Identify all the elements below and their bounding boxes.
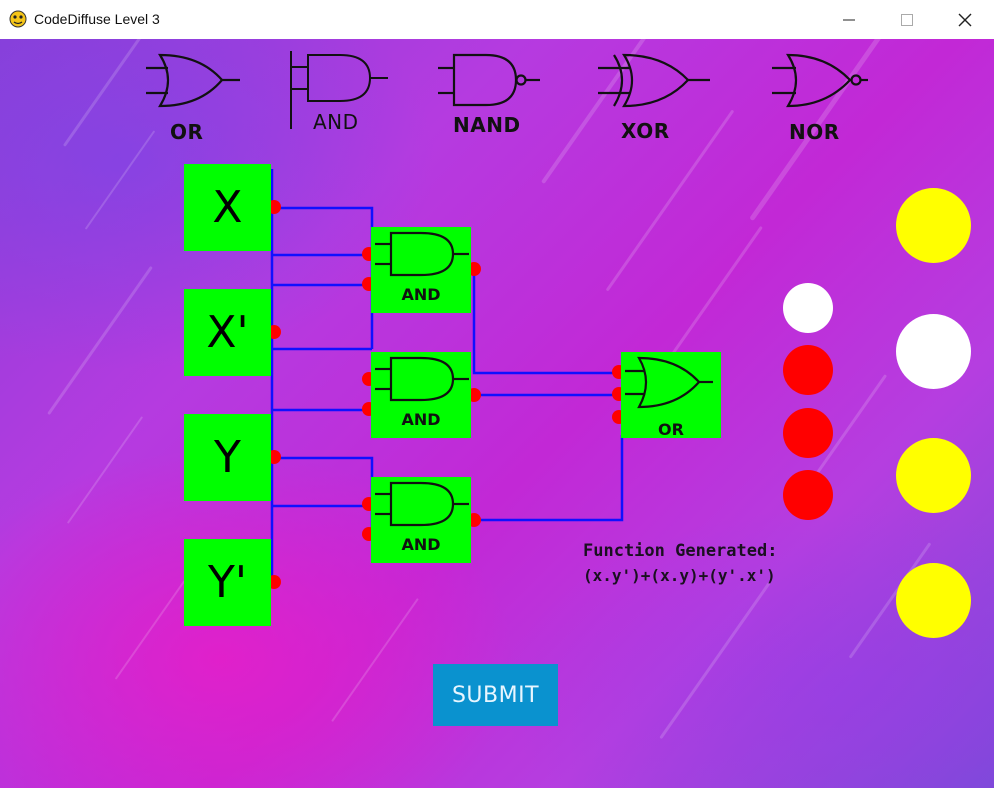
small-indicator-light-4 <box>783 470 833 520</box>
palette-nand-gate-icon[interactable] <box>438 53 540 107</box>
and-gate-3[interactable]: AND <box>371 477 471 563</box>
maximize-button[interactable] <box>878 0 936 39</box>
minimize-button[interactable] <box>820 0 878 39</box>
input-x-not-block[interactable]: X' <box>184 289 271 376</box>
input-x-block[interactable]: X <box>184 164 271 251</box>
input-y-block[interactable]: Y <box>184 414 271 501</box>
window-title: CodeDiffuse Level 3 <box>34 11 160 27</box>
close-button[interactable] <box>936 0 994 39</box>
input-y-not-block[interactable]: Y' <box>184 539 271 626</box>
gate-label: AND <box>401 410 441 429</box>
and-gate-1[interactable]: AND <box>371 227 471 313</box>
palette-label-xor: XOR <box>621 119 670 143</box>
palette-nor-gate-icon[interactable] <box>772 53 868 108</box>
close-icon <box>958 13 972 26</box>
and-gate-2[interactable]: AND <box>371 352 471 438</box>
palette-label-and: AND <box>313 110 359 134</box>
title-bar: CodeDiffuse Level 3 <box>0 0 994 40</box>
small-indicator-light-3 <box>783 408 833 458</box>
palette-label-nand: NAND <box>453 113 521 137</box>
gate-label: OR <box>658 420 684 438</box>
palette-label-or: OR <box>170 120 204 144</box>
python-snake-icon <box>9 10 27 28</box>
gate-label: AND <box>401 535 441 554</box>
or-gate-1[interactable]: OR <box>621 352 721 438</box>
maximize-icon <box>901 13 913 26</box>
minimize-icon <box>843 19 855 20</box>
palette-or-gate-icon[interactable] <box>146 53 240 108</box>
function-expression: (x.y')+(x.y)+(y'.x') <box>583 566 776 585</box>
small-indicator-light-1 <box>783 283 833 333</box>
submit-button[interactable]: SUBMIT <box>433 664 558 726</box>
palette-label-nor: NOR <box>789 120 840 144</box>
large-indicator-light-2 <box>896 314 971 389</box>
gate-label: AND <box>401 285 441 304</box>
small-indicator-light-2 <box>783 345 833 395</box>
large-indicator-light-3 <box>896 438 971 513</box>
function-title: Function Generated: <box>583 541 778 561</box>
large-indicator-light-4 <box>896 563 971 638</box>
palette-xor-gate-icon[interactable] <box>598 53 710 108</box>
large-indicator-light-1 <box>896 188 971 263</box>
